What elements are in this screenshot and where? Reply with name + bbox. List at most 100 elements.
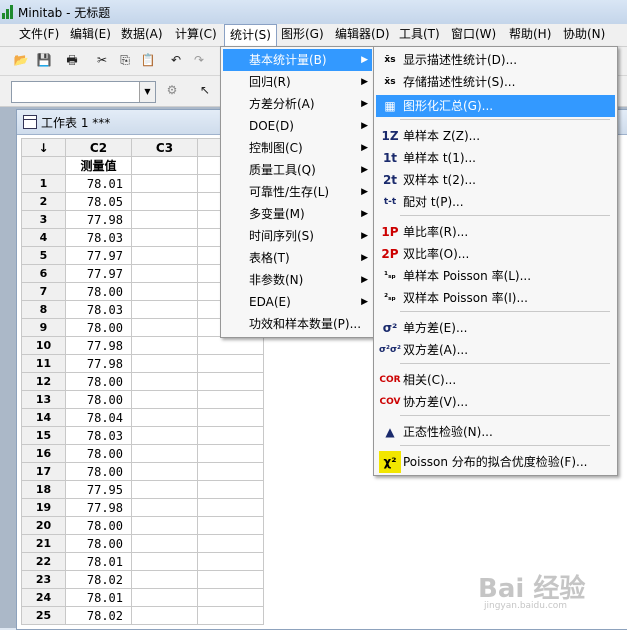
cell-c2[interactable]: 78.03	[65, 228, 132, 247]
row-number[interactable]: 13	[21, 390, 66, 409]
row-number[interactable]: 10	[21, 336, 66, 355]
row-number[interactable]: 9	[21, 318, 66, 337]
cell-c4[interactable]	[197, 570, 264, 589]
basic-stats-menu-item[interactable]: 1t 单样本 t(1)...	[376, 147, 615, 169]
cell-c4[interactable]	[197, 606, 264, 625]
basic-stats-menu-item[interactable]: t-t 配对 t(P)...	[376, 191, 615, 213]
row-number[interactable]: 3	[21, 210, 66, 229]
menu-item-6[interactable]: 编辑器(D)	[330, 24, 395, 45]
cell-c2[interactable]: 78.00	[65, 444, 132, 463]
basic-stats-menu-item[interactable]: x̄s 存储描述性统计(S)...	[376, 71, 615, 93]
basic-stats-menu-item[interactable]: COV 协方差(V)...	[376, 391, 615, 413]
row-number[interactable]: 18	[21, 480, 66, 499]
cell-c2[interactable]: 78.00	[65, 318, 132, 337]
cell-c2[interactable]: 77.98	[65, 354, 132, 373]
cell-c2[interactable]: 78.03	[65, 426, 132, 445]
save-icon[interactable]: 💾	[35, 52, 53, 69]
stat-menu-item[interactable]: 多变量(M) ▶	[223, 203, 372, 225]
cell-c2[interactable]: 78.05	[65, 192, 132, 211]
cell-c3[interactable]	[131, 588, 198, 607]
stat-menu-item[interactable]: 基本统计量(B) ▶	[223, 49, 372, 71]
cell-c2[interactable]: 77.97	[65, 246, 132, 265]
row-number[interactable]: 16	[21, 444, 66, 463]
row-number[interactable]: 5	[21, 246, 66, 265]
cell-c4[interactable]	[197, 444, 264, 463]
basic-stats-menu-item[interactable]: 1Z 单样本 Z(Z)...	[376, 125, 615, 147]
cell-c2[interactable]: 78.00	[65, 282, 132, 301]
row-number[interactable]: 8	[21, 300, 66, 319]
menu-item-5[interactable]: 图形(G)	[276, 24, 329, 45]
cut-icon[interactable]: ✂	[93, 52, 111, 69]
cell-c2[interactable]: 78.01	[65, 588, 132, 607]
basic-stats-menu-item[interactable]: ¹ₛₚ 单样本 Poisson 率(L)...	[376, 265, 615, 287]
cell-c2[interactable]: 77.97	[65, 264, 132, 283]
cell-c3[interactable]	[131, 354, 198, 373]
cell-c3[interactable]	[131, 174, 198, 193]
cell-c4[interactable]	[197, 498, 264, 517]
cell-c3[interactable]	[131, 246, 198, 265]
row-number[interactable]: 17	[21, 462, 66, 481]
cell-c2[interactable]: 77.98	[65, 210, 132, 229]
cell-c2[interactable]: 77.98	[65, 336, 132, 355]
cell-c3[interactable]	[131, 426, 198, 445]
column-name-c2[interactable]: 测量值	[65, 156, 132, 175]
row-number[interactable]: 20	[21, 516, 66, 535]
cell-c3[interactable]	[131, 210, 198, 229]
cell-c2[interactable]: 78.00	[65, 534, 132, 553]
cell-c3[interactable]	[131, 462, 198, 481]
cell-c2[interactable]: 78.00	[65, 516, 132, 535]
stat-menu-item[interactable]: 非参数(N) ▶	[223, 269, 372, 291]
column-header-c3[interactable]: C3	[131, 138, 198, 157]
cell-c3[interactable]	[131, 318, 198, 337]
cell-c3[interactable]	[131, 498, 198, 517]
paste-icon[interactable]: 📋	[139, 52, 157, 69]
stat-menu-item[interactable]: DOE(D) ▶	[223, 115, 372, 137]
row-number[interactable]: 1	[21, 174, 66, 193]
chevron-down-icon[interactable]: ▼	[139, 82, 155, 102]
cell-c2[interactable]: 77.98	[65, 498, 132, 517]
open-folder-icon[interactable]: 📂	[12, 52, 30, 69]
basic-stats-menu-item[interactable]: ▦ 图形化汇总(G)...	[376, 95, 615, 117]
cell-c4[interactable]	[197, 372, 264, 391]
cell-c3[interactable]	[131, 516, 198, 535]
menu-item-3[interactable]: 计算(C)	[170, 24, 222, 45]
basic-stats-menu-item[interactable]: ▲ 正态性检验(N)...	[376, 421, 615, 443]
stat-menu-item[interactable]: 控制图(C) ▶	[223, 137, 372, 159]
row-number[interactable]: 23	[21, 570, 66, 589]
cell-c3[interactable]	[131, 264, 198, 283]
cell-c4[interactable]	[197, 408, 264, 427]
cell-c3[interactable]	[131, 228, 198, 247]
cell-c3[interactable]	[131, 372, 198, 391]
basic-stats-menu-item[interactable]: 2P 双比率(O)...	[376, 243, 615, 265]
cell-c3[interactable]	[131, 480, 198, 499]
stat-menu-item[interactable]: 表格(T) ▶	[223, 247, 372, 269]
stat-menu-item[interactable]: EDA(E) ▶	[223, 291, 372, 313]
row-number[interactable]: 24	[21, 588, 66, 607]
cell-c3[interactable]	[131, 444, 198, 463]
menu-item-0[interactable]: 文件(F)	[14, 24, 64, 45]
stat-menu-item[interactable]: 质量工具(Q) ▶	[223, 159, 372, 181]
basic-stats-menu-item[interactable]: σ² 单方差(E)...	[376, 317, 615, 339]
cell-c2[interactable]: 78.01	[65, 552, 132, 571]
cell-c2[interactable]: 78.00	[65, 372, 132, 391]
copy-icon[interactable]: ⎘	[116, 52, 134, 69]
cell-c2[interactable]: 77.95	[65, 480, 132, 499]
cell-c2[interactable]: 78.04	[65, 408, 132, 427]
cell-c3[interactable]	[131, 534, 198, 553]
cell-c3[interactable]	[131, 192, 198, 211]
stat-menu-item[interactable]: 可靠性/生存(L) ▶	[223, 181, 372, 203]
cell-c3[interactable]	[131, 570, 198, 589]
cell-c2[interactable]: 78.02	[65, 606, 132, 625]
basic-stats-menu-item[interactable]: 2t 双样本 t(2)...	[376, 169, 615, 191]
cell-c4[interactable]	[197, 462, 264, 481]
menu-item-1[interactable]: 编辑(E)	[65, 24, 116, 45]
cell-c2[interactable]: 78.00	[65, 390, 132, 409]
basic-stats-menu-item[interactable]: COR 相关(C)...	[376, 369, 615, 391]
cell-c3[interactable]	[131, 552, 198, 571]
print-icon[interactable]: 🖶	[63, 52, 81, 69]
cell-c4[interactable]	[197, 336, 264, 355]
cell-c3[interactable]	[131, 606, 198, 625]
cell-c4[interactable]	[197, 390, 264, 409]
row-number[interactable]: 6	[21, 264, 66, 283]
cell-c4[interactable]	[197, 480, 264, 499]
